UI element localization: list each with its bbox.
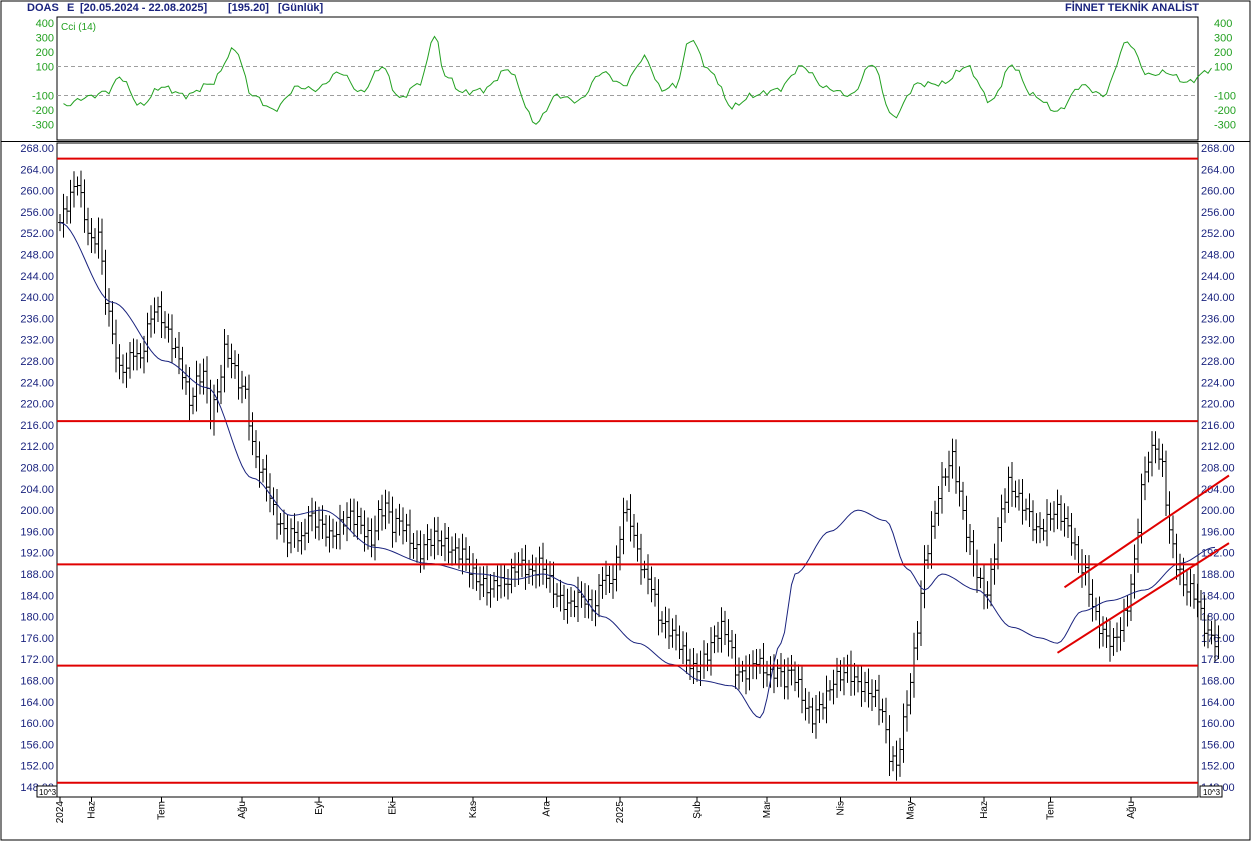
cci-y-tick-right: 100 <box>1214 62 1232 74</box>
price-y-tick-right: 252.00 <box>1201 228 1235 240</box>
x-tick-label: Mar <box>762 800 773 818</box>
price-y-tick-right: 200.00 <box>1201 505 1235 517</box>
chart-window: DOAS E [20.05.2024 - 22.08.2025] [195.20… <box>0 0 1251 841</box>
price-y-tick-left: 172.00 <box>20 654 54 666</box>
x-tick-label: Ara <box>542 801 553 817</box>
cci-series-label: Cci (14) <box>61 22 96 33</box>
price-y-tick-right: 160.00 <box>1201 718 1235 730</box>
cci-y-tick-right: 300 <box>1214 33 1232 45</box>
price-chart-svg: 400 400 300 300 200 200 100 100 -100 -100 -200 -200… <box>0 0 1251 841</box>
price-y-tick-left: 216.00 <box>20 420 54 432</box>
price-y-tick-left: 260.00 <box>20 186 54 198</box>
x-tick-label: Eyl <box>314 801 325 815</box>
price-y-tick-left: 220.00 <box>20 399 54 411</box>
cci-panel <box>56 16 1199 141</box>
x-tick-label: 2024 <box>55 801 66 824</box>
price-y-tick-right: 264.00 <box>1201 164 1235 176</box>
cci-y-tick-left: -300 <box>32 120 54 132</box>
price-y-tick-left: 208.00 <box>20 463 54 475</box>
price-y-tick-left: 152.00 <box>20 761 54 773</box>
price-y-tick-right: 152.00 <box>1201 761 1235 773</box>
price-y-tick-right: 236.00 <box>1201 313 1235 325</box>
x-tick-label: Ağu <box>1126 801 1137 819</box>
x-tick-label: Haz <box>979 801 990 819</box>
price-y-tick-left: 180.00 <box>20 612 54 624</box>
price-y-tick-left: 184.00 <box>20 590 54 602</box>
price-y-tick-left: 252.00 <box>20 228 54 240</box>
price-y-tick-left: 204.00 <box>20 484 54 496</box>
x-tick-label: Tem <box>157 801 168 820</box>
price-y-tick-left: 188.00 <box>20 569 54 581</box>
price-y-tick-left: 264.00 <box>20 164 54 176</box>
price-y-tick-right: 228.00 <box>1201 356 1235 368</box>
price-y-tick-left: 268.00 <box>20 143 54 155</box>
price-y-tick-left: 164.00 <box>20 697 54 709</box>
price-y-tick-left: 196.00 <box>20 526 54 538</box>
price-panel <box>56 142 1199 798</box>
price-y-tick-right: 156.00 <box>1201 739 1235 751</box>
x-tick-label: Şub <box>692 801 703 819</box>
price-y-tick-left: 176.00 <box>20 633 54 645</box>
price-y-tick-right: 176.00 <box>1201 633 1235 645</box>
price-y-tick-left: 168.00 <box>20 676 54 688</box>
price-y-tick-left: 192.00 <box>20 548 54 560</box>
cci-y-tick-right: -200 <box>1214 105 1236 117</box>
cci-y-tick-left: 200 <box>36 47 54 59</box>
cci-y-tick-left: 300 <box>36 33 54 45</box>
x-tick-label: Eki <box>388 801 399 815</box>
cci-y-tick-left: -100 <box>32 91 54 103</box>
price-y-tick-left: 256.00 <box>20 207 54 219</box>
price-y-tick-right: 204.00 <box>1201 484 1235 496</box>
price-y-tick-right: 248.00 <box>1201 250 1235 262</box>
price-y-tick-right: 220.00 <box>1201 399 1235 411</box>
price-y-tick-right: 224.00 <box>1201 377 1235 389</box>
price-y-tick-left: 244.00 <box>20 271 54 283</box>
cci-y-tick-right: -100 <box>1214 91 1236 103</box>
price-y-tick-right: 244.00 <box>1201 271 1235 283</box>
scale-note-left: 10^3 <box>39 788 57 797</box>
cci-y-tick-left: -200 <box>32 105 54 117</box>
price-y-tick-left: 224.00 <box>20 377 54 389</box>
price-y-tick-left: 228.00 <box>20 356 54 368</box>
x-tick-label: Haz <box>87 801 98 819</box>
price-y-tick-right: 188.00 <box>1201 569 1235 581</box>
price-y-tick-left: 236.00 <box>20 313 54 325</box>
price-y-tick-left: 232.00 <box>20 335 54 347</box>
cci-y-tick-left: 100 <box>36 62 54 74</box>
price-y-tick-right: 256.00 <box>1201 207 1235 219</box>
x-tick-label: 2025 <box>615 801 626 824</box>
price-y-tick-right: 260.00 <box>1201 186 1235 198</box>
cci-y-tick-right: -300 <box>1214 120 1236 132</box>
cci-y-tick-left: 400 <box>36 18 54 30</box>
price-y-tick-right: 168.00 <box>1201 676 1235 688</box>
cci-y-tick-right: 200 <box>1214 47 1232 59</box>
x-tick-label: May <box>906 801 917 820</box>
price-y-tick-right: 208.00 <box>1201 463 1235 475</box>
x-tick-label: Nis <box>836 801 847 815</box>
price-y-tick-right: 240.00 <box>1201 292 1235 304</box>
price-y-tick-right: 212.00 <box>1201 441 1235 453</box>
price-y-tick-right: 172.00 <box>1201 654 1235 666</box>
price-y-tick-right: 184.00 <box>1201 590 1235 602</box>
price-y-tick-left: 156.00 <box>20 739 54 751</box>
price-y-tick-left: 160.00 <box>20 718 54 730</box>
price-y-tick-left: 200.00 <box>20 505 54 517</box>
price-y-tick-right: 268.00 <box>1201 143 1235 155</box>
scale-note-right: 10^3 <box>1203 788 1221 797</box>
price-y-tick-right: 180.00 <box>1201 612 1235 624</box>
x-tick-label: Tem <box>1046 801 1057 820</box>
cci-y-tick-right: 400 <box>1214 18 1232 30</box>
x-tick-label: Kas <box>468 801 479 818</box>
price-y-tick-right: 232.00 <box>1201 335 1235 347</box>
price-y-tick-right: 164.00 <box>1201 697 1235 709</box>
x-tick-label: Ağu <box>237 801 248 819</box>
price-y-tick-left: 240.00 <box>20 292 54 304</box>
price-y-tick-right: 196.00 <box>1201 526 1235 538</box>
price-y-tick-left: 248.00 <box>20 250 54 262</box>
price-y-tick-left: 212.00 <box>20 441 54 453</box>
price-y-tick-right: 216.00 <box>1201 420 1235 432</box>
